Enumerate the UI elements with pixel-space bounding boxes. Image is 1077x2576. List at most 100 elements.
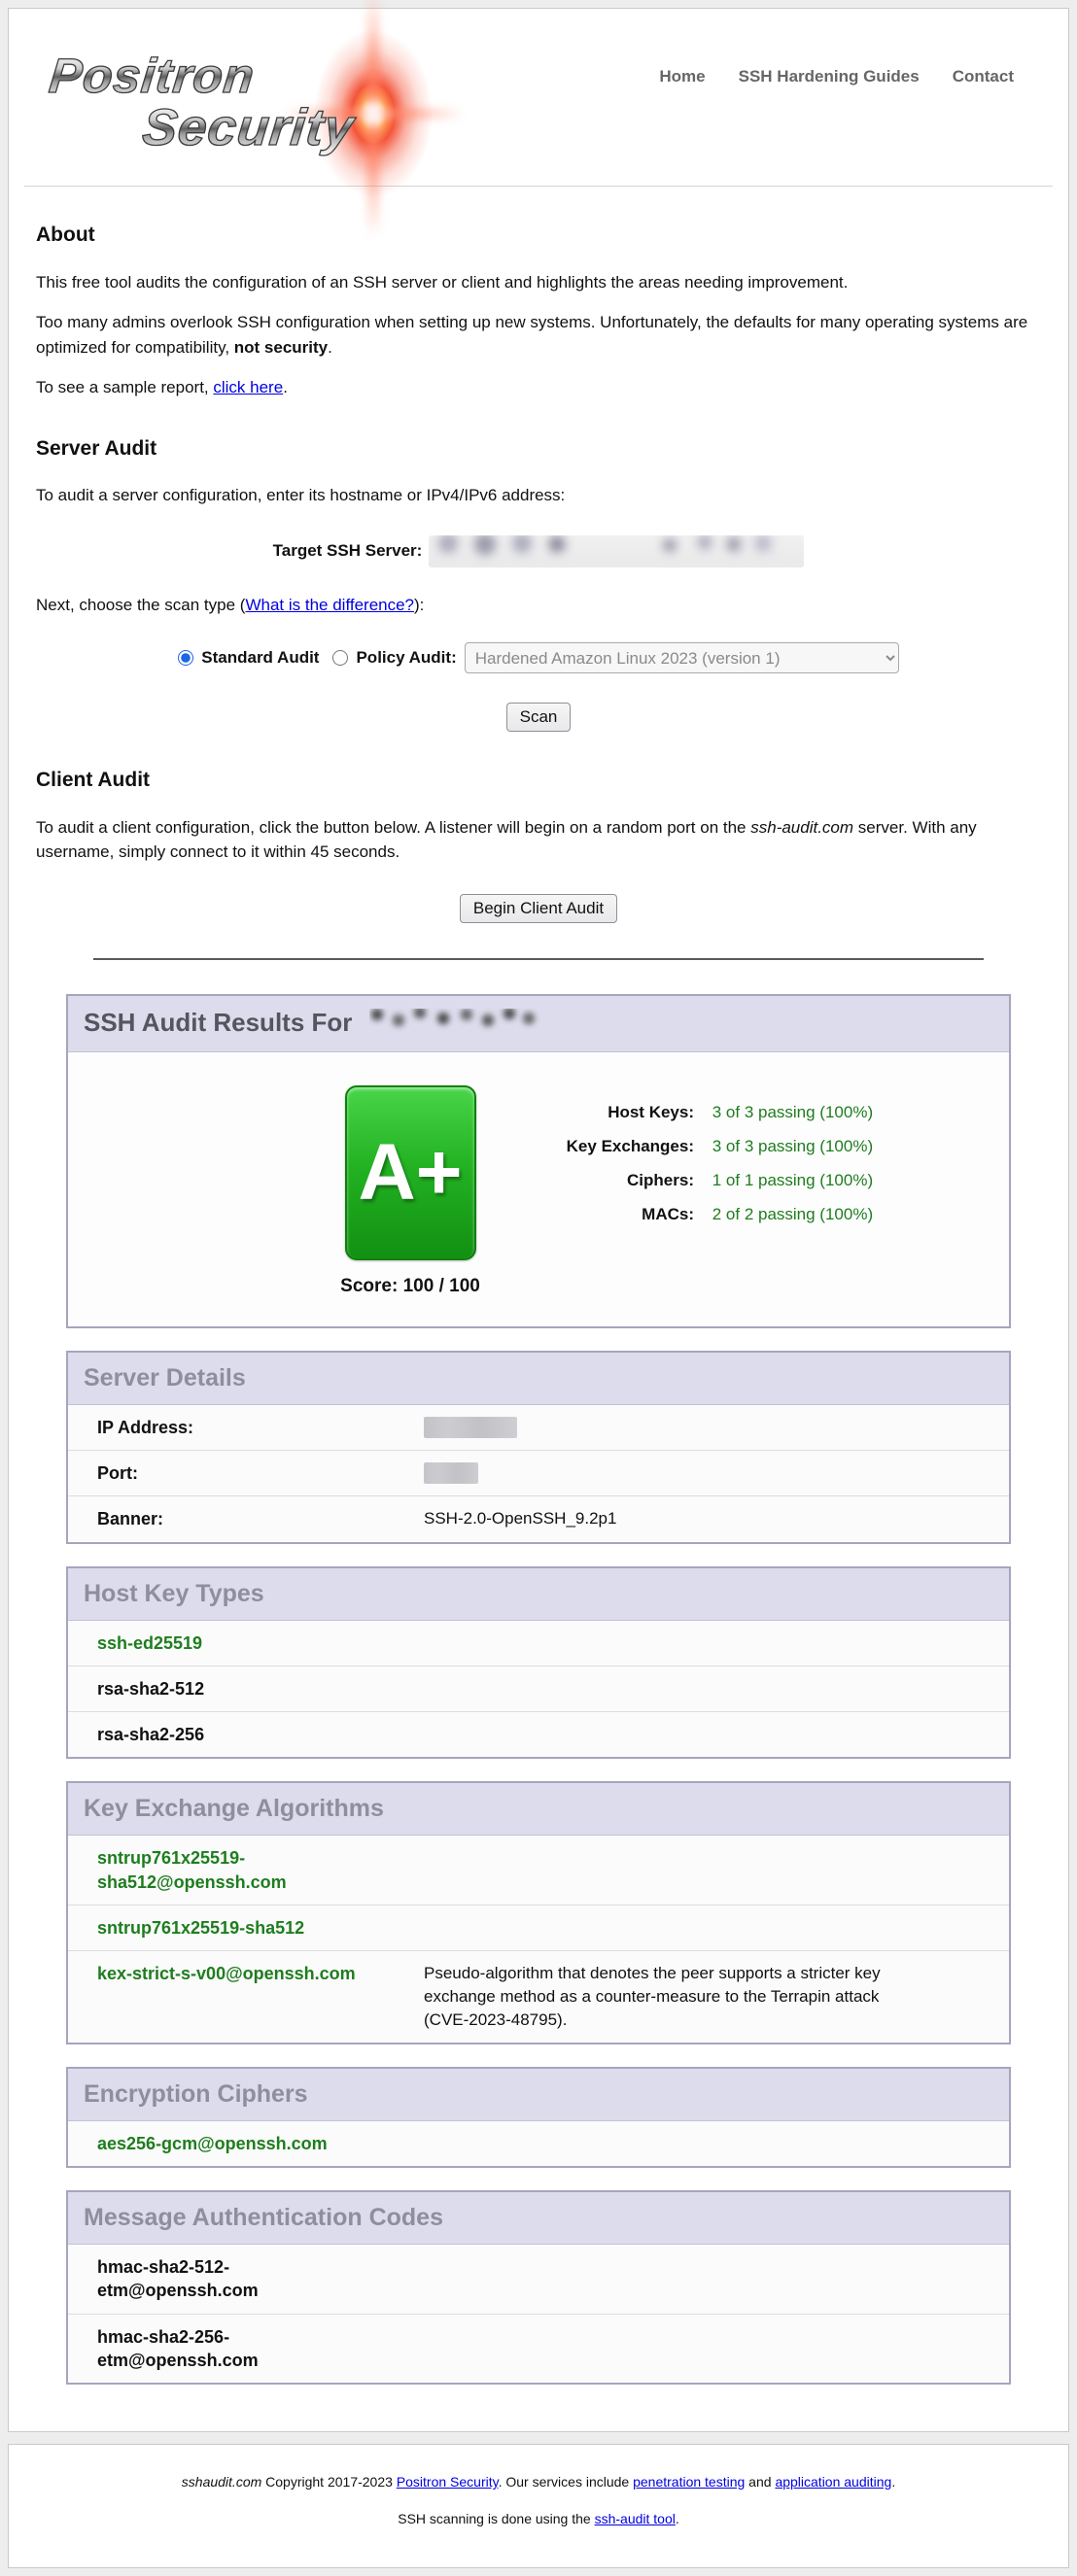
scan-type-options: Standard Audit Policy Audit: Hardened Am… xyxy=(36,642,1041,673)
policy-audit-label: Policy Audit: xyxy=(356,645,456,670)
detail-value xyxy=(424,1461,478,1485)
results-body: A+ Score: 100 / 100 Host Keys: 3 of 3 pa… xyxy=(68,1052,1009,1326)
server-details-header: Server Details xyxy=(68,1353,1009,1405)
detail-value: SSH-2.0-OpenSSH_9.2p1 xyxy=(424,1507,616,1530)
footer-period: . xyxy=(891,2474,895,2490)
scan-button[interactable]: Scan xyxy=(506,703,572,732)
target-ssh-server-input[interactable] xyxy=(429,535,804,567)
footer-and-text: and xyxy=(745,2474,775,2490)
stat-label: Key Exchanges: xyxy=(527,1137,694,1156)
footer-services-text: . Our services include xyxy=(499,2474,634,2490)
policy-audit-radio[interactable] xyxy=(332,650,348,666)
algorithm-name: hmac-sha2-256-etm@openssh.com xyxy=(97,2325,389,2373)
algorithm-name: sntrup761x25519-sha512@openssh.com xyxy=(97,1846,389,1894)
scan-button-row: Scan xyxy=(36,703,1041,732)
stat-row-macs: MACs: 2 of 2 passing (100%) xyxy=(527,1205,873,1224)
table-row: aes256-gcm@openssh.com xyxy=(68,2121,1009,2166)
footer-penetration-testing-link[interactable]: penetration testing xyxy=(633,2474,745,2490)
results-panel-header: SSH Audit Results For xyxy=(68,996,1009,1052)
footer-application-auditing-link[interactable]: application auditing xyxy=(775,2474,891,2490)
site-footer: sshaudit.com Copyright 2017-2023 Positro… xyxy=(8,2444,1069,2568)
stat-row-key-exchanges: Key Exchanges: 3 of 3 passing (100%) xyxy=(527,1137,873,1156)
footer-domain: sshaudit.com xyxy=(182,2474,261,2490)
nav-link-ssh-hardening-guides[interactable]: SSH Hardening Guides xyxy=(739,67,920,180)
table-row: sntrup761x25519-sha512 xyxy=(68,1906,1009,1951)
macs-panel: Message Authentication Codes hmac-sha2-5… xyxy=(66,2190,1011,2385)
scan-type-suffix: ): xyxy=(414,596,424,614)
stat-row-ciphers: Ciphers: 1 of 1 passing (100%) xyxy=(527,1171,873,1190)
server-details-panel: Server Details IP Address: Port: Banner:… xyxy=(66,1351,1011,1544)
site-header: Positron Security Home SSH Hardening Gui… xyxy=(9,9,1068,186)
key-exchange-algorithms-panel: Key Exchange Algorithms sntrup761x25519-… xyxy=(66,1781,1011,2044)
scan-type-difference-link[interactable]: What is the difference? xyxy=(245,596,414,614)
standard-audit-radio[interactable] xyxy=(178,650,193,666)
table-row: ssh-ed25519 xyxy=(68,1621,1009,1666)
encryption-ciphers-panel: Encryption Ciphers aes256-gcm@openssh.co… xyxy=(66,2067,1011,2168)
header-divider xyxy=(24,186,1053,187)
algorithm-name: sntrup761x25519-sha512 xyxy=(97,1916,389,1940)
ssh-audit-results-panel: SSH Audit Results For A+ Score: 100 / 10… xyxy=(66,994,1011,1328)
about-p2-text: Too many admins overlook SSH configurati… xyxy=(36,313,1027,357)
client-audit-button-row: Begin Client Audit xyxy=(36,894,1041,923)
results-stats: Host Keys: 3 of 3 passing (100%) Key Exc… xyxy=(527,1085,873,1239)
table-row: sntrup761x25519-sha512@openssh.com xyxy=(68,1836,1009,1906)
scan-type-text: Next, choose the scan type ( xyxy=(36,596,245,614)
stat-value: 1 of 1 passing (100%) xyxy=(712,1171,873,1189)
stat-label: Host Keys: xyxy=(527,1103,694,1122)
about-p2-period: . xyxy=(328,338,332,357)
algorithm-name: kex-strict-s-v00@openssh.com xyxy=(97,1962,389,1985)
encryption-ciphers-header: Encryption Ciphers xyxy=(68,2069,1009,2121)
results-title-text: SSH Audit Results For xyxy=(84,1008,352,1037)
footer-positron-security-link[interactable]: Positron Security xyxy=(397,2474,499,2490)
algorithm-name: hmac-sha2-512-etm@openssh.com xyxy=(97,2255,389,2303)
sample-report-period: . xyxy=(283,378,288,396)
footer-ssh-audit-tool-link[interactable]: ssh-audit tool xyxy=(595,2511,676,2526)
host-key-types-header: Host Key Types xyxy=(68,1568,1009,1621)
footer-copyright-text: Copyright 2017-2023 xyxy=(261,2474,397,2490)
score-label: Score: 100 / 100 xyxy=(332,1276,488,1297)
detail-label: Banner: xyxy=(97,1507,389,1530)
stat-label: Ciphers: xyxy=(527,1171,694,1190)
about-paragraph-2: Too many admins overlook SSH configurati… xyxy=(36,310,1041,360)
algorithm-note: Pseudo-algorithm that denotes the peer s… xyxy=(424,1962,920,2031)
target-server-row: Target SSH Server: xyxy=(36,535,1041,567)
detail-value xyxy=(424,1416,517,1439)
results-divider xyxy=(93,958,984,960)
algorithm-name: rsa-sha2-512 xyxy=(97,1677,389,1700)
nav-link-contact[interactable]: Contact xyxy=(953,67,1014,180)
stat-label: MACs: xyxy=(527,1205,694,1224)
about-p2-bold: not security xyxy=(234,338,328,357)
scan-type-line: Next, choose the scan type (What is the … xyxy=(36,593,1041,618)
client-audit-paragraph: To audit a client configuration, click t… xyxy=(36,815,1041,865)
client-audit-text: To audit a client configuration, click t… xyxy=(36,818,750,837)
algorithm-name: aes256-gcm@openssh.com xyxy=(97,2132,389,2155)
table-row: IP Address: xyxy=(68,1405,1009,1451)
footer-line-1: sshaudit.com Copyright 2017-2023 Positro… xyxy=(18,2474,1059,2490)
nav-link-home[interactable]: Home xyxy=(659,67,705,180)
logo-text-line2: Security xyxy=(140,102,357,154)
stat-row-host-keys: Host Keys: 3 of 3 passing (100%) xyxy=(527,1103,873,1122)
grade-badge: A+ xyxy=(345,1085,476,1260)
about-paragraph-3: To see a sample report, click here. xyxy=(36,375,1041,400)
stat-value: 3 of 3 passing (100%) xyxy=(712,1137,873,1155)
table-row: kex-strict-s-v00@openssh.com Pseudo-algo… xyxy=(68,1951,1009,2042)
host-key-types-panel: Host Key Types ssh-ed25519 rsa-sha2-512 … xyxy=(66,1566,1011,1760)
policy-select[interactable]: Hardened Amazon Linux 2023 (version 1) xyxy=(465,642,899,673)
footer-scanning-text: SSH scanning is done using the xyxy=(398,2511,594,2526)
begin-client-audit-button[interactable]: Begin Client Audit xyxy=(460,894,617,923)
detail-label: IP Address: xyxy=(97,1416,389,1439)
about-paragraph-1: This free tool audits the configuration … xyxy=(36,270,1041,295)
grade-block: A+ Score: 100 / 100 xyxy=(332,1085,488,1297)
stat-value: 2 of 2 passing (100%) xyxy=(712,1205,873,1223)
positron-security-logo: Positron Security xyxy=(48,26,504,180)
key-exchange-header: Key Exchange Algorithms xyxy=(68,1783,1009,1836)
macs-header: Message Authentication Codes xyxy=(68,2192,1009,2245)
standard-audit-label: Standard Audit xyxy=(201,645,319,670)
about-heading: About xyxy=(36,220,1041,251)
logo-text-line1: Positron xyxy=(47,52,257,100)
table-row: Port: xyxy=(68,1451,1009,1496)
sample-report-text: To see a sample report, xyxy=(36,378,213,396)
client-audit-domain: ssh-audit.com xyxy=(750,818,853,837)
sample-report-link[interactable]: click here xyxy=(213,378,283,396)
table-row: hmac-sha2-256-etm@openssh.com xyxy=(68,2315,1009,2384)
